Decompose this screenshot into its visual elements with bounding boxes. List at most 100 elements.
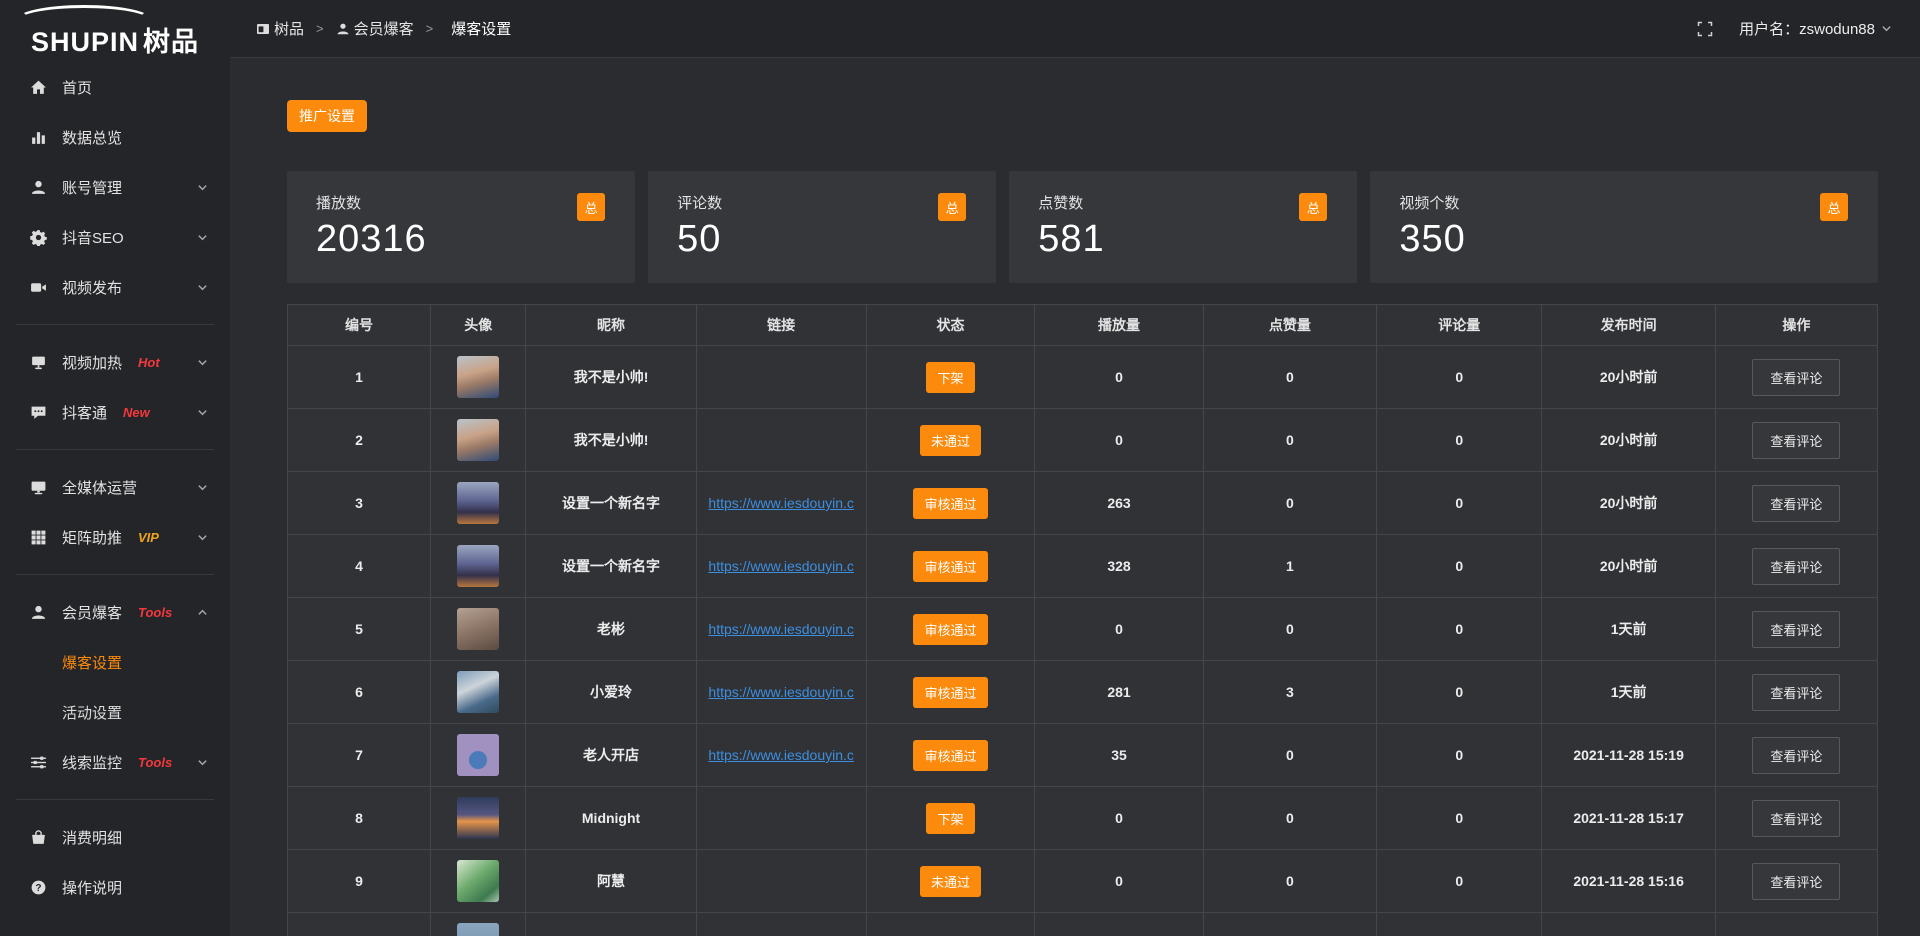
cell-plays (1035, 913, 1204, 936)
sidebar-subitem[interactable]: 爆客设置 (0, 637, 230, 687)
table-row: 7 老人开店 https://www.iesdouyin.c 审核通过 35 0… (288, 724, 1878, 787)
table-row (288, 913, 1878, 936)
video-link[interactable]: https://www.iesdouyin.c (704, 747, 858, 763)
breadcrumb-separator: > (426, 21, 434, 36)
stat-card-value: 350 (1399, 218, 1878, 261)
table-row: 8 Midnight 下架 0 0 0 2021-11-28 15:17 查看评… (288, 787, 1878, 850)
user-menu[interactable]: 用户名：zswodun88 (1739, 18, 1892, 39)
view-comments-button[interactable]: 查看评论 (1752, 611, 1840, 648)
cell-action: 查看评论 (1715, 598, 1877, 661)
breadcrumb-separator: > (316, 21, 324, 36)
cell-action: 查看评论 (1715, 787, 1877, 850)
sidebar-item[interactable]: 视频加热Hot (0, 337, 230, 387)
menu-badge-tools: Tools (138, 605, 172, 620)
sidebar-subitem[interactable]: 活动设置 (0, 687, 230, 737)
view-comments-button[interactable]: 查看评论 (1752, 359, 1840, 396)
cell-action: 查看评论 (1715, 409, 1877, 472)
sidebar-item[interactable]: ?操作说明 (0, 862, 230, 912)
stat-card: 评论数 50 总 (648, 171, 996, 283)
cell-likes: 0 (1203, 787, 1376, 850)
sidebar: SHUPIN树品 首页数据总览账号管理抖音SEO视频发布视频加热Hot抖客通Ne… (0, 0, 230, 936)
cell-nickname: 设置一个新名字 (526, 535, 696, 598)
cell-id: 5 (288, 598, 431, 661)
column-header: 昵称 (526, 305, 696, 346)
cell-avatar (431, 598, 526, 661)
video-link[interactable]: https://www.iesdouyin.c (704, 621, 858, 637)
status-badge[interactable]: 审核通过 (913, 551, 987, 582)
cell-comments: 0 (1377, 787, 1542, 850)
cell-comments: 0 (1377, 409, 1542, 472)
view-comments-button[interactable]: 查看评论 (1752, 674, 1840, 711)
cell-comments: 0 (1377, 598, 1542, 661)
sidebar-item[interactable]: 首页 (0, 62, 230, 112)
sidebar-item[interactable]: 数据总览 (0, 112, 230, 162)
cell-time: 1天前 (1542, 661, 1715, 724)
sidebar-item[interactable]: 线索监控Tools (0, 737, 230, 787)
video-link[interactable]: https://www.iesdouyin.c (704, 495, 858, 511)
view-comments-button[interactable]: 查看评论 (1752, 863, 1840, 900)
status-badge[interactable]: 未通过 (920, 866, 981, 897)
sidebar-item[interactable]: 全媒体运营 (0, 462, 230, 512)
sidebar-item[interactable]: 消费明细 (0, 812, 230, 862)
sidebar-item[interactable]: 视频发布 (0, 262, 230, 312)
cell-nickname: 设置一个新名字 (526, 472, 696, 535)
stat-card: 视频个数 350 总 (1370, 171, 1878, 283)
status-badge[interactable]: 审核通过 (913, 677, 987, 708)
fullscreen-icon[interactable] (1697, 21, 1713, 37)
cell-plays: 263 (1035, 472, 1204, 535)
table-row: 2 我不是小帅! 未通过 0 0 0 20小时前 查看评论 (288, 409, 1878, 472)
table-row: 6 小爱玲 https://www.iesdouyin.c 审核通过 281 3… (288, 661, 1878, 724)
cell-link (696, 346, 866, 409)
sidebar-divider (16, 574, 214, 575)
chevron-down-icon (197, 282, 208, 293)
table-row: 3 设置一个新名字 https://www.iesdouyin.c 审核通过 2… (288, 472, 1878, 535)
status-badge[interactable]: 下架 (926, 803, 974, 834)
cell-time: 20小时前 (1542, 346, 1715, 409)
logo[interactable]: SHUPIN树品 (0, 0, 230, 62)
sidebar-item[interactable]: 抖音SEO (0, 212, 230, 262)
avatar (457, 797, 499, 839)
status-badge[interactable]: 未通过 (920, 425, 981, 456)
status-badge[interactable]: 审核通过 (913, 740, 987, 771)
records-table: 编号头像昵称链接状态播放量点赞量评论量发布时间操作 1 我不是小帅! 下架 0 … (287, 304, 1878, 936)
view-comments-button[interactable]: 查看评论 (1752, 737, 1840, 774)
chevron-down-icon (197, 232, 208, 243)
column-header: 状态 (866, 305, 1035, 346)
cell-plays: 0 (1035, 598, 1204, 661)
cell-link: https://www.iesdouyin.c (696, 661, 866, 724)
video-link[interactable]: https://www.iesdouyin.c (704, 684, 858, 700)
breadcrumb-item[interactable]: 爆客设置 (445, 18, 511, 39)
view-comments-button[interactable]: 查看评论 (1752, 800, 1840, 837)
username-label: 用户名：zswodun88 (1739, 18, 1875, 39)
breadcrumb-item[interactable]: 会员爆客 (336, 18, 414, 39)
sidebar-item[interactable]: 矩阵助推VIP (0, 512, 230, 562)
view-comments-button[interactable]: 查看评论 (1752, 422, 1840, 459)
promo-settings-button[interactable]: 推广设置 (287, 100, 367, 132)
status-badge[interactable]: 审核通过 (913, 614, 987, 645)
total-badge: 总 (1820, 193, 1848, 221)
breadcrumb-label: 会员爆客 (354, 18, 414, 39)
sidebar-item[interactable]: 会员爆客Tools (0, 587, 230, 637)
breadcrumb-item[interactable]: 树品 (256, 18, 304, 39)
column-header: 链接 (696, 305, 866, 346)
sidebar-item[interactable]: 账号管理 (0, 162, 230, 212)
breadcrumb-label: 爆客设置 (451, 18, 511, 39)
cell-comments: 0 (1377, 472, 1542, 535)
member-icon (30, 604, 47, 621)
cell-nickname (526, 913, 696, 936)
cell-status (866, 913, 1035, 936)
chevron-down-icon (197, 357, 208, 368)
sidebar-item[interactable]: 抖客通New (0, 387, 230, 437)
stat-card: 播放数 20316 总 (287, 171, 635, 283)
view-comments-button[interactable]: 查看评论 (1752, 485, 1840, 522)
cell-id: 3 (288, 472, 431, 535)
main-content: 推广设置 播放数 20316 总 评论数 50 总 点赞数 581 总 视频个数… (230, 0, 1920, 936)
svg-text:?: ? (35, 882, 41, 893)
total-badge: 总 (938, 193, 966, 221)
chart-icon (30, 129, 47, 146)
status-badge[interactable]: 审核通过 (913, 488, 987, 519)
video-link[interactable]: https://www.iesdouyin.c (704, 558, 858, 574)
status-badge[interactable]: 下架 (926, 362, 974, 393)
view-comments-button[interactable]: 查看评论 (1752, 548, 1840, 585)
column-header: 评论量 (1377, 305, 1542, 346)
